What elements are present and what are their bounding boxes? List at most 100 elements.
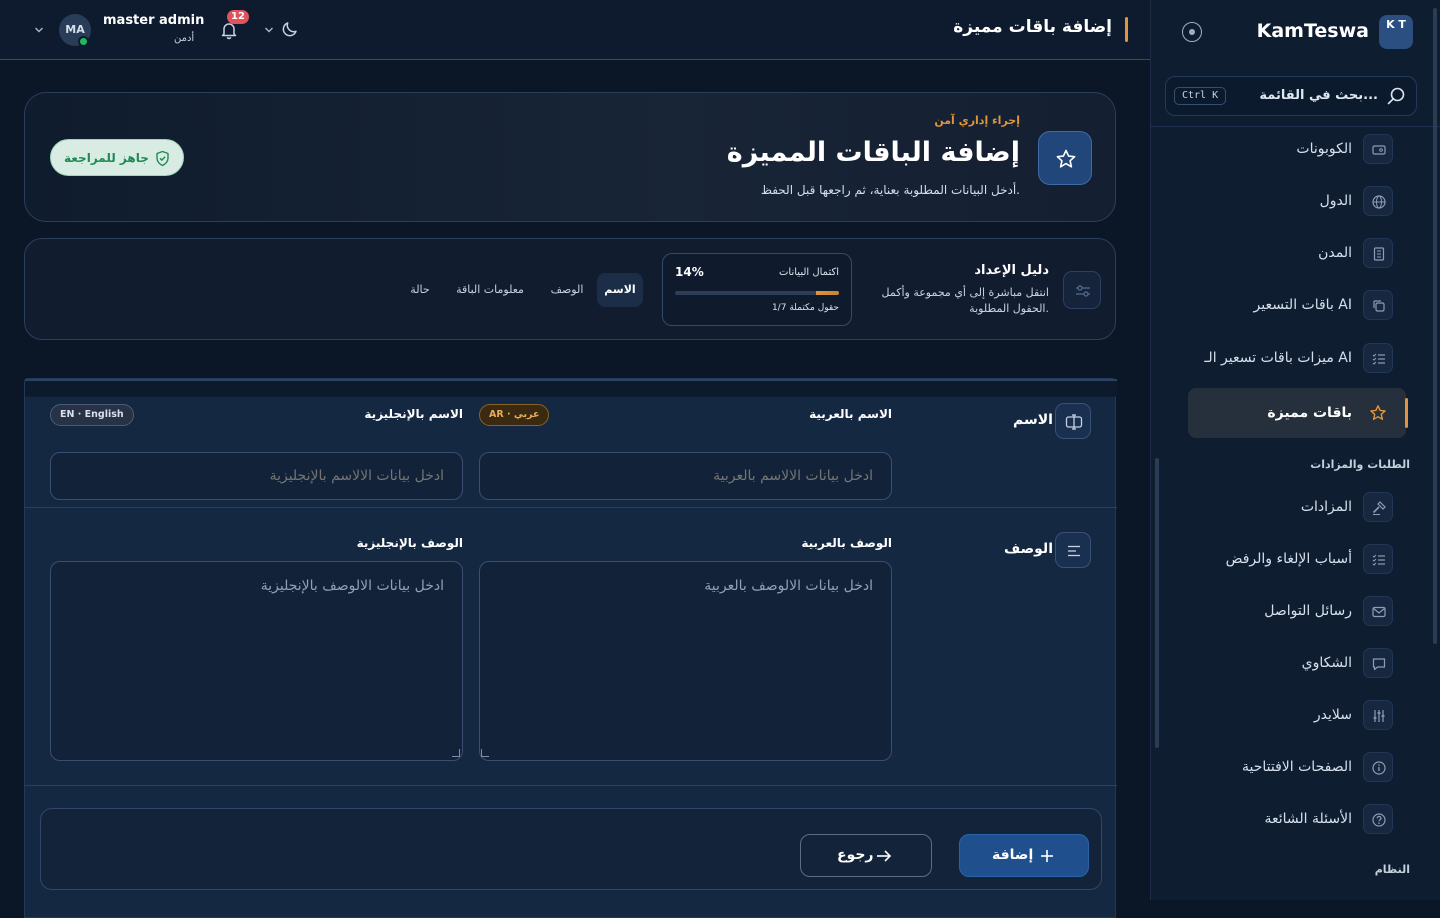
back-button-label: رجوع xyxy=(837,847,874,863)
arabic-language-chip: AR · عربي xyxy=(479,404,550,426)
sidebar-item-label: سلايدر xyxy=(1313,707,1352,723)
description-section: الوصف الوصف بالعربية ادخل بيانات الالوصف… xyxy=(25,508,1117,786)
building-icon xyxy=(1363,238,1393,268)
sidebar-item-label: المزادات xyxy=(1300,499,1352,515)
sidebar-item-ai-plan-features[interactable]: ميزات باقات تسعير الـ AI xyxy=(1188,333,1406,383)
user-name[interactable]: master admin xyxy=(103,13,204,28)
sidebar-item-label: الدول xyxy=(1319,193,1352,209)
tab-package-info[interactable]: معلومات الباقة xyxy=(445,273,535,307)
form-actions: إضافة رجوع xyxy=(40,808,1102,890)
completion-percent: 14% xyxy=(675,265,704,279)
sidebar-item-cancel-reasons[interactable]: أسباب الإلغاء والرفض xyxy=(1188,534,1406,584)
nav-group-orders: الطلبات والمزادات xyxy=(1310,458,1410,471)
brand-logo[interactable]: K T xyxy=(1379,15,1413,49)
completion-card: اكتمال البيانات 14% 1/7 حقول مكتملة xyxy=(662,253,852,326)
search-shortcut: Ctrl K xyxy=(1174,87,1227,105)
search-icon xyxy=(1387,87,1405,105)
completion-label: اكتمال البيانات xyxy=(779,267,839,278)
brand-name[interactable]: KamTeswa xyxy=(1251,20,1369,42)
add-button[interactable]: إضافة xyxy=(959,834,1089,877)
sidebar-item-label: أسباب الإلغاء والرفض xyxy=(1225,551,1352,567)
resize-handle[interactable] xyxy=(452,749,460,757)
sidebar-search[interactable]: بحث في القائمة... Ctrl K xyxy=(1165,76,1417,116)
nav-group-system: النظام xyxy=(1374,863,1410,876)
tab-description[interactable]: الوصف xyxy=(541,273,593,307)
completion-progress-fill xyxy=(816,291,839,295)
name-section-title: الاسم xyxy=(1013,412,1053,428)
sidebar-item-onboarding-pages[interactable]: الصفحات الافتتاحية xyxy=(1188,742,1406,792)
description-en-label: الوصف بالإنجليزية xyxy=(356,536,463,550)
sidebar-item-label: ميزات باقات تسعير الـ AI xyxy=(1204,350,1352,366)
add-button-label: إضافة xyxy=(992,847,1034,863)
sidebar-item-faq[interactable]: الأسئلة الشائعة xyxy=(1188,794,1406,844)
shield-icon xyxy=(156,150,169,167)
completion-count: 1/7 حقول مكتملة xyxy=(771,303,839,313)
chevron-down-icon[interactable] xyxy=(34,26,44,34)
ticket-icon xyxy=(1363,134,1393,164)
name-ar-field xyxy=(479,452,892,500)
sidebar-item-contact-messages[interactable]: رسائل التواصل xyxy=(1188,586,1406,636)
description-section-title: الوصف xyxy=(1003,541,1053,557)
sidebar-item-featured-plans[interactable]: باقات مميزة xyxy=(1188,388,1408,438)
guide-subtitle: انتقل مباشرة إلى أي مجموعة وأكمل الحقول … xyxy=(881,286,1049,315)
setup-guide: دليل الإعداد انتقل مباشرة إلى أي مجموعة … xyxy=(24,238,1116,340)
sidebar-item-auctions[interactable]: المزادات xyxy=(1188,482,1406,532)
ready-badge: جاهز للمراجعة xyxy=(50,139,184,176)
sidebar-item-ai-pricing-plans[interactable]: باقات التسعير AI xyxy=(1188,280,1406,330)
sidebar-item-complaints[interactable]: الشكاوي xyxy=(1188,638,1406,688)
name-ar-input[interactable] xyxy=(479,452,892,500)
sidebar-item-label: رسائل التواصل xyxy=(1264,603,1352,619)
back-button[interactable]: رجوع xyxy=(800,834,932,877)
sidebar-scrollbar[interactable] xyxy=(1155,458,1159,748)
sidebar-item-coupons[interactable]: الكوبونات xyxy=(1188,124,1406,174)
tab-status[interactable]: حالة xyxy=(397,273,443,307)
filter-icon xyxy=(1063,271,1101,309)
hero-subtitle: أدخل البيانات المطلوبة بعناية، ثم راجعها… xyxy=(760,183,1020,197)
brand-logo-text: K T xyxy=(1386,18,1406,31)
sidebar-item-slider[interactable]: سلايدر xyxy=(1188,690,1406,740)
description-en-input[interactable]: ادخل بيانات الالوصف بالإنجليزية xyxy=(50,561,463,761)
online-status-dot xyxy=(78,36,89,47)
star-icon xyxy=(1363,398,1393,428)
active-indicator xyxy=(1405,398,1408,428)
sidebar-item-label: الشكاوي xyxy=(1301,655,1352,671)
hero-title: إضافة الباقات المميزة xyxy=(726,137,1020,168)
chevron-down-icon[interactable] xyxy=(264,26,274,34)
resize-handle[interactable] xyxy=(481,749,489,757)
text-cursor-icon xyxy=(1055,403,1091,439)
sidebar-item-label: الأسئلة الشائعة xyxy=(1264,811,1353,827)
gavel-icon xyxy=(1363,492,1393,522)
sidebar-item-label: الكوبونات xyxy=(1296,141,1352,157)
sidebar-item-countries[interactable]: الدول xyxy=(1188,176,1406,226)
sidebar-toggle-icon[interactable] xyxy=(1182,22,1202,42)
align-left-icon xyxy=(1055,532,1091,568)
brand-header: K T KamTeswa xyxy=(1151,0,1440,62)
name-en-input[interactable] xyxy=(50,452,463,500)
title-accent xyxy=(1125,17,1128,42)
help-icon xyxy=(1363,804,1393,834)
name-en-field xyxy=(50,452,463,500)
arrow-right-icon xyxy=(877,850,892,862)
sidebar-item-label: الصفحات الافتتاحية xyxy=(1242,759,1352,775)
description-ar-label: الوصف بالعربية xyxy=(801,536,892,550)
name-en-label: الاسم بالإنجليزية xyxy=(364,407,463,421)
form-card: الاسم الاسم بالعربية AR · عربي الاسم بال… xyxy=(24,378,1117,918)
notification-badge: 12 xyxy=(227,10,249,24)
completion-progress-bar xyxy=(675,291,839,295)
list-check-icon xyxy=(1363,343,1393,373)
page-scrollbar[interactable] xyxy=(1433,8,1437,644)
tab-name[interactable]: الاسم xyxy=(597,273,643,307)
star-icon xyxy=(1038,131,1092,185)
copy-icon xyxy=(1363,290,1393,320)
globe-icon xyxy=(1363,186,1393,216)
sidebar-item-cities[interactable]: المدن xyxy=(1188,228,1406,278)
sidebar: K T KamTeswa بحث في القائمة... Ctrl K ال… xyxy=(1150,0,1440,900)
description-ar-input[interactable]: ادخل بيانات الالوصف بالعربية xyxy=(479,561,892,761)
moon-icon[interactable] xyxy=(280,19,300,39)
user-role: أدمن xyxy=(174,33,195,44)
search-input[interactable]: بحث في القائمة... xyxy=(1259,88,1378,103)
hero-eyebrow: إجراء إداري آمن xyxy=(934,114,1020,127)
english-language-chip: EN · English xyxy=(50,404,134,426)
sidebar-item-label: باقات مميزة xyxy=(1267,405,1352,421)
form-top-strip xyxy=(25,379,1117,397)
